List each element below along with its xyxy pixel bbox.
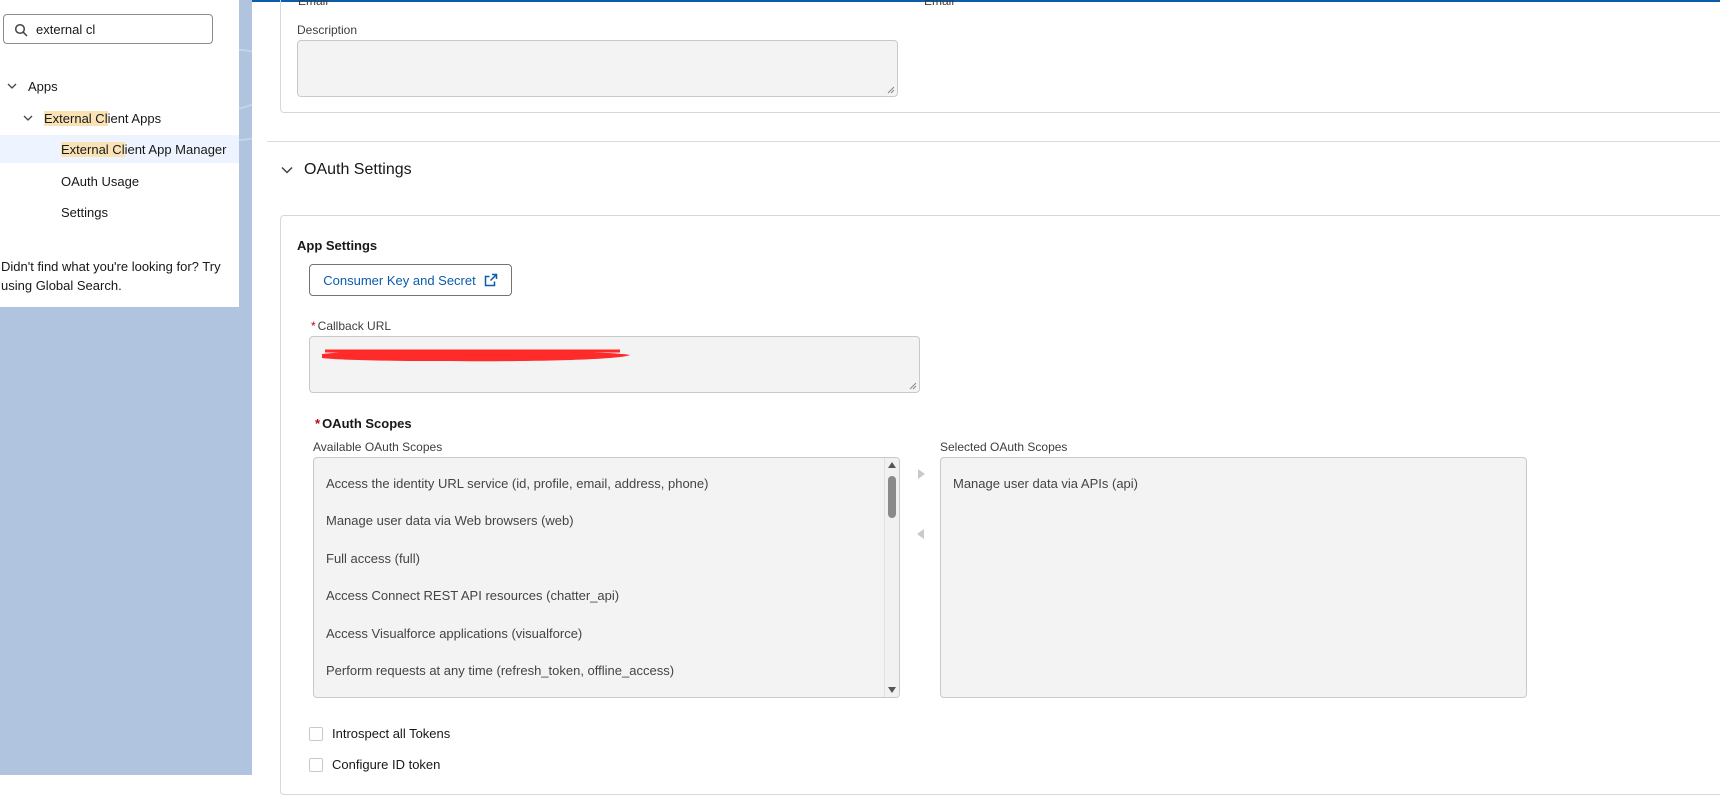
configure-id-token-checkbox-row[interactable]: Configure ID token (309, 757, 440, 772)
selected-scopes-label: Selected OAuth Scopes (940, 440, 1068, 454)
tree-item-label-rest: ient Apps (107, 110, 162, 126)
available-scope-option[interactable]: Manage user data via Web browsers (web) (326, 513, 574, 528)
move-left-arrow-icon[interactable] (916, 528, 926, 540)
external-link-icon (484, 273, 497, 287)
app-settings-heading: App Settings (297, 238, 378, 253)
contact-email-label: Email (924, 0, 955, 8)
quick-find-search[interactable]: external cl (3, 14, 213, 44)
move-right-arrow-icon[interactable] (916, 468, 926, 480)
tree-item-settings[interactable]: Settings (0, 198, 239, 226)
tree-item-label: Apps (28, 78, 58, 94)
introspect-all-tokens-checkbox-row[interactable]: Introspect all Tokens (309, 726, 450, 741)
available-scope-option[interactable]: Access Connect REST API resources (chatt… (326, 588, 619, 603)
button-label: Consumer Key and Secret (323, 272, 476, 288)
listbox-scrollbar[interactable] (884, 458, 899, 697)
scroll-down-arrow-icon[interactable] (888, 687, 896, 693)
required-marker: * (315, 416, 321, 431)
tree-item-label: External Client App Manager (61, 141, 227, 157)
tree-item-label: External Client Apps (44, 110, 162, 126)
callback-url-label: * Callback URL (311, 319, 391, 333)
search-input[interactable]: external cl (36, 22, 95, 37)
oauth-settings-section-toggle[interactable]: OAuth Settings (280, 161, 412, 179)
required-marker: * (311, 319, 316, 333)
search-match-highlight: External Cl (44, 110, 108, 126)
available-scope-option[interactable]: Perform requests at any time (refresh_to… (326, 663, 674, 678)
callback-url-field[interactable] (309, 336, 920, 393)
introspect-all-tokens-checkbox[interactable] (309, 726, 323, 741)
oauth-scopes-heading: * OAuth Scopes (315, 416, 412, 431)
available-scopes-label: Available OAuth Scopes (313, 440, 443, 454)
tree-item-oauth-usage[interactable]: OAuth Usage (0, 167, 239, 195)
consumer-key-and-secret-button[interactable]: Consumer Key and Secret (309, 264, 512, 296)
chevron-down-icon[interactable] (280, 163, 294, 177)
tree-item-label: OAuth Usage (61, 173, 140, 189)
available-scope-option[interactable]: Full access (full) (326, 551, 420, 566)
available-scope-option[interactable]: Access the identity URL service (id, pro… (326, 476, 708, 491)
scrollbar-thumb[interactable] (888, 476, 896, 518)
contact-email-label: Email (298, 0, 329, 8)
chevron-down-icon[interactable] (22, 112, 34, 124)
chevron-down-icon[interactable] (6, 80, 18, 92)
setup-sidebar: external cl Apps External Client Apps Ex… (0, 0, 239, 307)
resize-handle-icon[interactable] (909, 382, 917, 390)
resize-handle-icon[interactable] (887, 86, 895, 94)
configure-id-token-checkbox[interactable] (309, 757, 323, 772)
tree-item-external-client-app-manager[interactable]: External Client App Manager (0, 135, 239, 163)
tree-item-label: Settings (61, 204, 108, 220)
section-title: OAuth Settings (304, 161, 412, 178)
section-divider (267, 141, 1720, 142)
checkbox-label: Introspect all Tokens (332, 726, 451, 741)
available-scopes-listbox[interactable]: Access the identity URL service (id, pro… (313, 457, 900, 698)
description-label: Description (297, 23, 358, 37)
selected-scopes-listbox[interactable]: Manage user data via APIs (api) (940, 457, 1527, 698)
available-scope-option[interactable]: Access Visualforce applications (visualf… (326, 626, 582, 641)
tree-item-apps[interactable]: Apps (0, 72, 239, 100)
label-text: Callback URL (317, 319, 392, 333)
scroll-up-arrow-icon[interactable] (888, 462, 896, 468)
selected-scope-option[interactable]: Manage user data via APIs (api) (953, 476, 1138, 491)
tree-item-label-rest: ient App Manager (124, 141, 227, 157)
label-text: OAuth Scopes (322, 416, 412, 431)
checkbox-label: Configure ID token (332, 757, 441, 772)
description-field[interactable] (297, 40, 898, 97)
search-match-highlight: External Cl (61, 141, 125, 157)
search-icon (14, 23, 28, 37)
tree-item-external-client-apps[interactable]: External Client Apps (0, 104, 239, 132)
not-found-hint: Didn't find what you're looking for? Try… (1, 259, 221, 293)
redaction-mark (322, 349, 630, 362)
